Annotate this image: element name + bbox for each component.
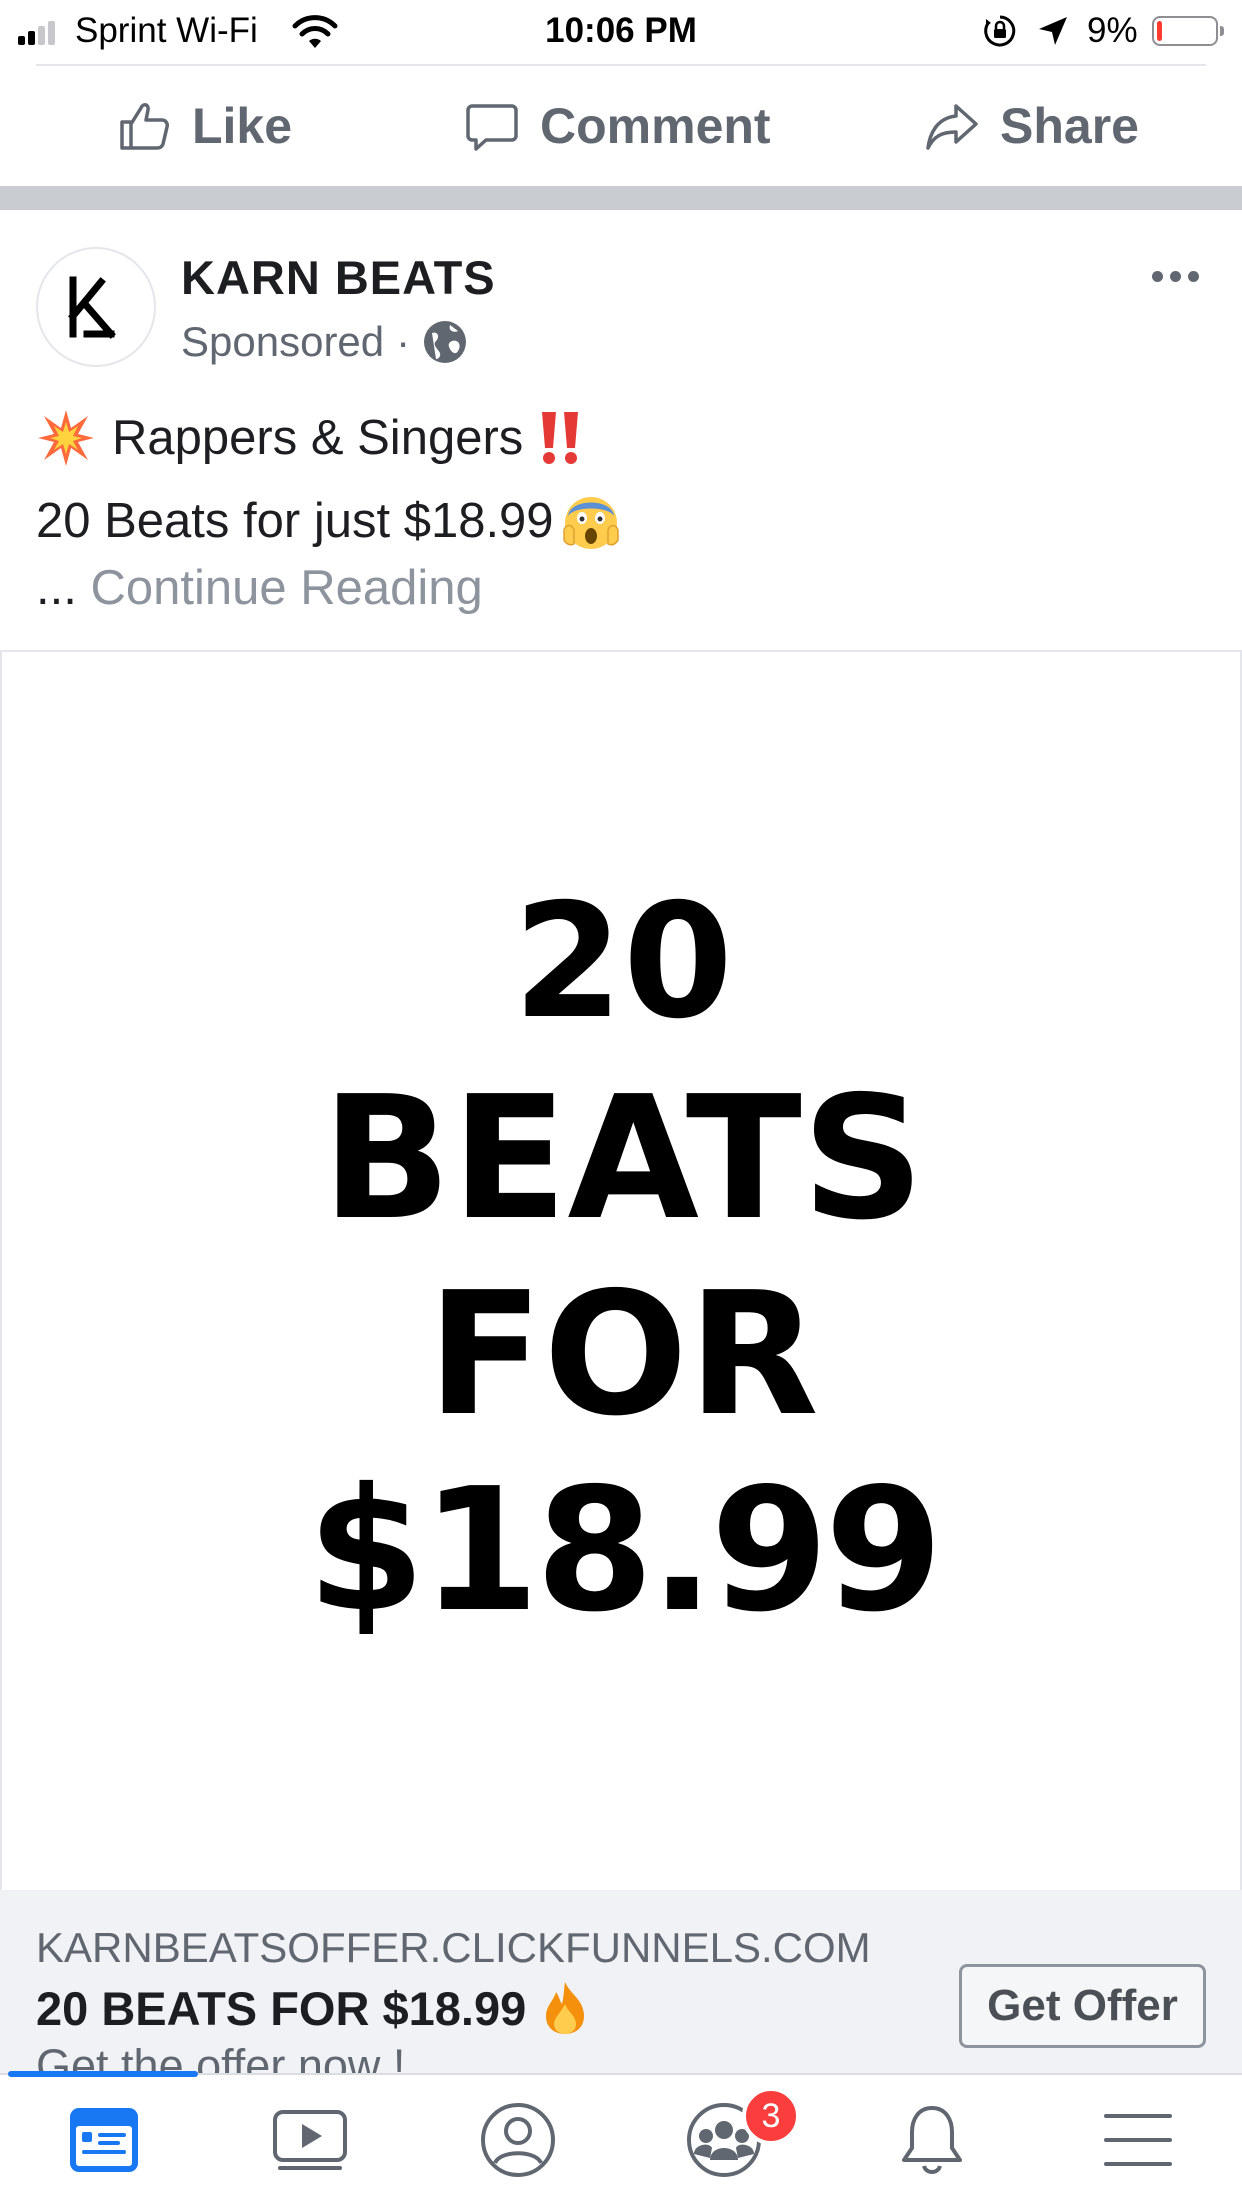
- post-meta: Sponsored ·: [181, 318, 468, 366]
- thumbs-up-icon: [120, 103, 169, 150]
- link-title: 20 BEATS FOR $18.99: [36, 1981, 527, 2035]
- ad-image[interactable]: 20 BEATS FOR $18.99: [0, 650, 1242, 1892]
- link-title-row: 20 BEATS FOR $18.99: [36, 1980, 588, 2036]
- share-arrow-icon: [926, 104, 978, 150]
- orientation-lock-icon: [984, 15, 1016, 47]
- fire-emoji-icon: [546, 1982, 585, 2034]
- collision-emoji-icon: [38, 410, 94, 466]
- post-actions: Like Comment Share: [0, 68, 1242, 186]
- link-description: Get the offer now !: [36, 2040, 406, 2075]
- status-bar: Sprint Wi-Fi 10:06 PM 9%: [0, 0, 1242, 62]
- battery-icon: [1152, 16, 1224, 46]
- post-text-line: 20 Beats for just $18.99: [36, 490, 622, 552]
- news-feed-icon: [70, 2108, 138, 2172]
- ad-image-line-3: FOR: [427, 1256, 819, 1454]
- bottom-tab-bar: [0, 2073, 1242, 2208]
- groups-notification-badge: 3: [742, 2087, 800, 2145]
- ad-image-line-2: BEATS: [321, 1060, 925, 1258]
- page-avatar[interactable]: [36, 247, 156, 367]
- ad-image-line-1: 20: [513, 870, 733, 1054]
- link-preview[interactable]: KARNBEATSOFFER.CLICKFUNNELS.COM 20 BEATS…: [0, 1890, 1242, 2075]
- tab-watch[interactable]: [270, 2100, 350, 2180]
- comment-bubble-icon: [466, 104, 518, 151]
- karn-beats-logo-icon: [68, 276, 116, 339]
- comment-button[interactable]: Comment: [464, 90, 771, 162]
- location-arrow-icon: [1039, 17, 1067, 45]
- truncation-ellipsis: ...: [36, 561, 77, 615]
- like-button[interactable]: Like: [116, 90, 292, 162]
- tab-notifications[interactable]: [892, 2100, 972, 2180]
- divider: [36, 64, 1206, 66]
- meta-separator: ·: [396, 318, 411, 365]
- continue-reading-link[interactable]: Continue Reading: [90, 561, 482, 615]
- active-tab-indicator: [8, 2071, 198, 2077]
- sponsored-label[interactable]: Sponsored: [181, 318, 384, 366]
- watch-video-icon: [273, 2110, 347, 2170]
- get-offer-button[interactable]: Get Offer: [959, 1964, 1206, 2048]
- battery-percent: 9%: [1087, 11, 1138, 50]
- hamburger-menu-icon: [1104, 2114, 1172, 2166]
- tab-profile[interactable]: [478, 2100, 558, 2180]
- profile-icon: [481, 2103, 555, 2177]
- feed-separator: [0, 186, 1242, 210]
- share-label: Share: [1000, 98, 1139, 154]
- post-text-line: ... Continue Reading: [36, 560, 483, 616]
- page-name[interactable]: KARN BEATS: [181, 250, 496, 305]
- more-options-button[interactable]: [1152, 262, 1208, 290]
- post-line-2: 20 Beats for just $18.99: [36, 494, 554, 548]
- ad-image-line-4: $18.99: [306, 1452, 943, 1650]
- double-exclamation-emoji-icon: [542, 412, 579, 464]
- comment-label: Comment: [540, 98, 771, 154]
- battery-level: [1157, 21, 1162, 41]
- share-button[interactable]: Share: [924, 90, 1139, 162]
- tab-menu[interactable]: [1098, 2100, 1178, 2180]
- bell-icon: [902, 2106, 962, 2174]
- tab-news-feed[interactable]: [64, 2100, 144, 2180]
- like-label: Like: [192, 98, 293, 154]
- link-domain: KARNBEATSOFFER.CLICKFUNNELS.COM: [36, 1924, 871, 1971]
- post-line-1: Rappers & Singers: [112, 411, 524, 465]
- globe-icon: [424, 321, 467, 363]
- post-text-line: Rappers & Singers: [36, 408, 583, 468]
- screaming-face-emoji-icon: [562, 497, 619, 549]
